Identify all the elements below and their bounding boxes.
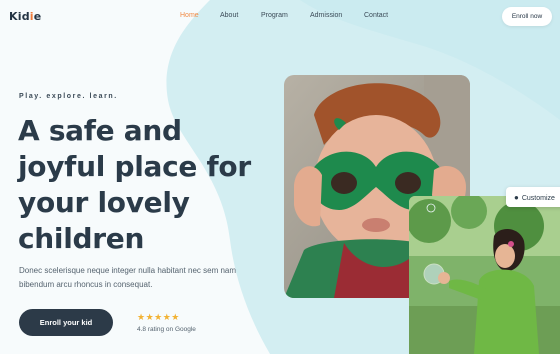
nav-about[interactable]: About bbox=[220, 12, 238, 19]
nav-admission[interactable]: Admission bbox=[310, 12, 342, 19]
palette-icon: ● bbox=[514, 192, 519, 202]
child-bubbles-photo bbox=[409, 196, 560, 354]
nav-home[interactable]: Home bbox=[180, 12, 199, 19]
nav-program[interactable]: Program bbox=[261, 12, 288, 19]
rating-text: 4.8 rating on Google bbox=[137, 326, 196, 333]
rating-stars: ★★★★★ bbox=[137, 312, 180, 322]
enroll-kid-button[interactable]: Enroll your kid bbox=[19, 309, 113, 336]
enroll-now-button[interactable]: Enroll now bbox=[502, 7, 552, 26]
hero-tagline: Play. explore. learn. bbox=[19, 93, 118, 100]
hero-description: Donec scelerisque neque integer nulla ha… bbox=[19, 266, 237, 289]
main-nav: Home About Program Admission Contact bbox=[0, 12, 560, 24]
site-header: Kidie Home About Program Admission Conta… bbox=[0, 0, 560, 34]
customize-button[interactable]: ● Customize bbox=[506, 187, 560, 207]
nav-contact[interactable]: Contact bbox=[364, 12, 388, 19]
hero-title: A safe and joyful place for your lovely … bbox=[18, 114, 251, 255]
